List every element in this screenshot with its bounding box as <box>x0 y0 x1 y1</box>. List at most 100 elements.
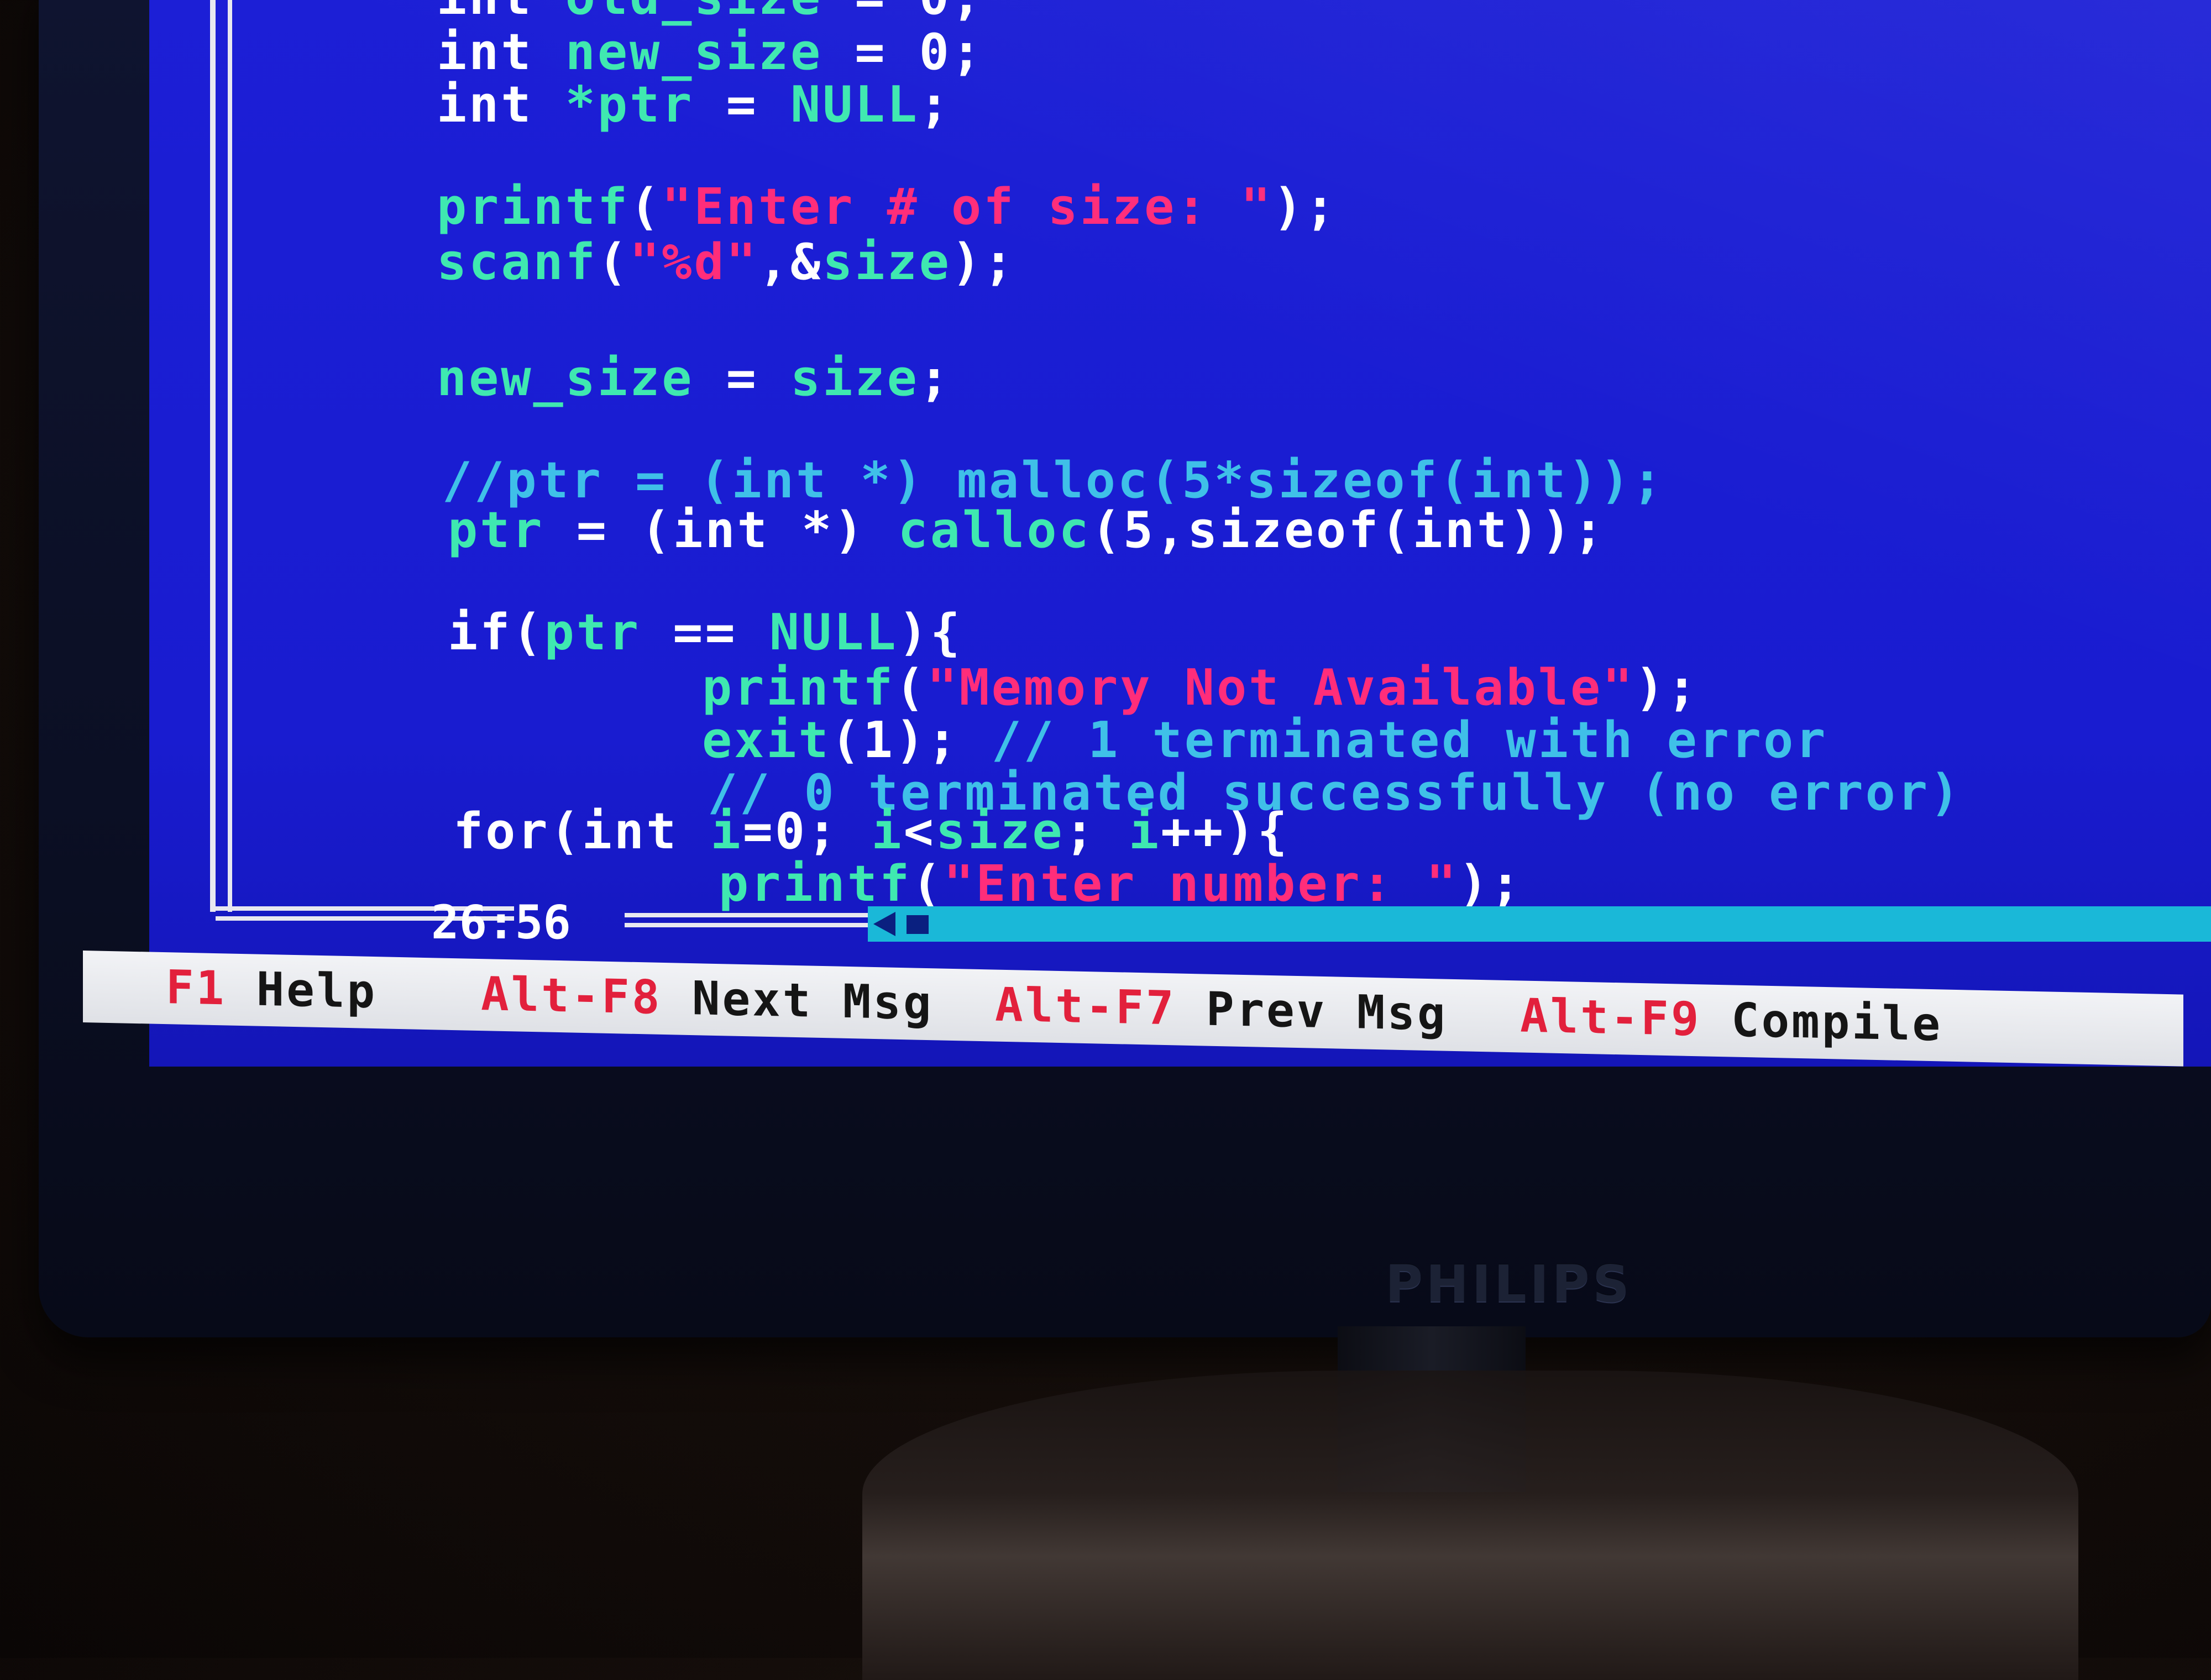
code-token: = ( <box>544 501 673 559</box>
code-line[interactable]: scanf("%d",&size); <box>437 238 1015 287</box>
code-token: ( <box>1380 501 1413 559</box>
code-token: for <box>453 802 550 860</box>
code-line[interactable]: int new_size = 0; <box>437 28 983 77</box>
code-token: "%d" <box>630 233 758 291</box>
code-token: = <box>694 349 791 407</box>
code-token: calloc <box>898 501 1091 559</box>
code-line[interactable]: if(ptr == NULL){ <box>448 608 962 658</box>
code-token: = <box>822 0 919 26</box>
code-token: ptr <box>448 501 544 559</box>
status-shortcut-alt-f7[interactable]: Alt-F7 Prev Msg <box>995 978 1448 1041</box>
code-token: == <box>641 603 769 662</box>
code-token: i <box>710 802 743 860</box>
code-token: exit <box>702 711 831 769</box>
code-token: new_size <box>565 23 823 81</box>
monitor-bezel: int old_size = 0;int new_size = 0;int *p… <box>39 0 2211 1337</box>
shortcut-key: Alt-F8 <box>481 967 662 1025</box>
code-token: = <box>694 76 791 134</box>
code-token: = <box>822 23 919 81</box>
code-token: ); <box>1634 659 1699 717</box>
code-token: ); <box>1458 855 1523 913</box>
code-token: i <box>1128 802 1161 860</box>
code-line[interactable]: //ptr = (int *) malloc(5*sizeof(int)); <box>442 456 1664 506</box>
code-token: ); <box>1272 178 1338 236</box>
shortcut-key: F1 <box>166 960 227 1016</box>
code-editor[interactable]: int old_size = 0;int new_size = 0;int *p… <box>149 0 2211 909</box>
code-token: =0; <box>742 802 872 860</box>
code-token: )); <box>1509 501 1606 559</box>
code-token: size <box>790 349 919 407</box>
shortcut-key: Alt-F7 <box>995 977 1176 1036</box>
code-token: ){ <box>898 603 962 662</box>
code-token: printf <box>437 178 630 236</box>
code-token: (1); <box>830 711 992 769</box>
code-token: NULL <box>769 603 898 662</box>
code-token: printf <box>719 855 912 913</box>
code-token: ; <box>919 349 951 407</box>
horizontal-scrollbar[interactable] <box>868 906 2211 942</box>
shortcut-label: Next Msg <box>662 970 934 1031</box>
code-token: size <box>822 233 951 291</box>
code-token: 0; <box>919 0 983 26</box>
status-shortcut-alt-f9[interactable]: Alt-F9 Compile <box>1520 988 1942 1051</box>
shortcut-label: Prev Msg <box>1176 981 1448 1041</box>
code-line[interactable]: exit(1); // 1 terminated with error <box>702 716 1828 765</box>
code-line[interactable]: printf("Enter number: "); <box>719 859 1523 909</box>
code-token: int <box>437 0 565 26</box>
code-token: "Enter # of size: " <box>662 178 1273 236</box>
code-token: ( <box>597 233 630 291</box>
shortcut-label: Help <box>226 961 378 1019</box>
code-token: int <box>437 23 565 81</box>
code-token: *) <box>801 501 898 559</box>
scroll-thumb[interactable] <box>907 915 929 934</box>
code-line[interactable]: new_size = size; <box>437 354 951 403</box>
code-token: *ptr <box>565 76 694 134</box>
code-token: ptr <box>544 603 641 662</box>
code-token: int <box>673 501 802 559</box>
code-token: size <box>935 802 1065 860</box>
code-token: "Enter number: " <box>944 855 1459 913</box>
window-frame-bottom-right <box>625 913 868 927</box>
code-token: i <box>871 802 904 860</box>
monitor-brand-logo: PHILIPS <box>1385 1254 1633 1314</box>
code-token: old_size <box>565 0 822 26</box>
code-line[interactable]: ptr = (int *) calloc(5,sizeof(int)); <box>448 506 1606 555</box>
code-line[interactable]: printf("Enter # of size: "); <box>437 182 1337 232</box>
code-token: ( <box>895 659 928 717</box>
code-token: "Memory Not Available" <box>927 659 1635 717</box>
code-token: ; <box>1064 802 1129 860</box>
code-token: ++){ <box>1161 802 1290 860</box>
status-shortcut-f1[interactable]: F1 Help <box>166 960 377 1019</box>
code-line[interactable]: int *ptr = NULL; <box>437 80 951 130</box>
code-token: if <box>448 603 512 662</box>
code-token: printf <box>702 659 895 717</box>
code-token: // 1 terminated with error <box>991 711 1828 769</box>
code-token: NULL <box>790 76 919 134</box>
code-token: new_size <box>437 349 694 407</box>
window-frame-left <box>210 0 232 912</box>
code-token: ( <box>911 855 944 913</box>
code-token: ( <box>549 802 582 860</box>
code-token: (5, <box>1091 501 1188 559</box>
code-token: int <box>581 802 711 860</box>
code-line[interactable]: printf("Memory Not Available"); <box>702 663 1699 713</box>
code-token: < <box>903 802 936 860</box>
code-token: int <box>1412 501 1510 559</box>
cursor-position: 26:56 <box>431 895 571 949</box>
monitor-stand <box>862 1371 2078 1680</box>
code-token: ,& <box>758 233 823 291</box>
code-token: scanf <box>437 233 598 291</box>
code-token: int <box>437 76 565 134</box>
code-token: sizeof <box>1187 501 1381 559</box>
code-token: ( <box>630 178 662 236</box>
code-line[interactable]: for(int i=0; i<size; i++){ <box>453 807 1290 857</box>
code-token: ( <box>512 603 544 662</box>
shortcut-key: Alt-F9 <box>1520 988 1701 1047</box>
status-shortcut-alt-f8[interactable]: Alt-F8 Next Msg <box>481 967 934 1030</box>
editor-screen: int old_size = 0;int new_size = 0;int *p… <box>149 0 2211 1067</box>
code-token: 0; <box>919 23 984 81</box>
code-token: ); <box>951 233 1016 291</box>
shortcut-label: Compile <box>1701 992 1943 1052</box>
code-line[interactable]: int old_size = 0; <box>437 0 983 22</box>
code-token: ; <box>919 76 951 134</box>
